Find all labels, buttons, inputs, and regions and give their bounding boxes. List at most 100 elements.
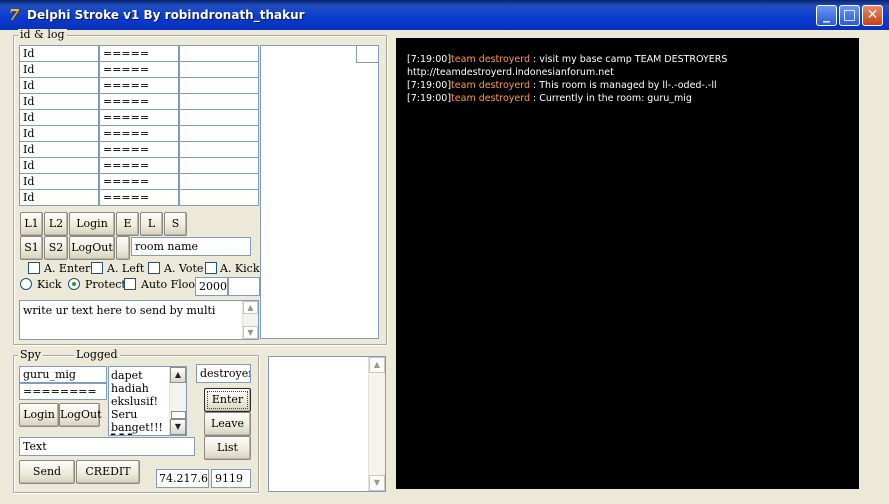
- leave-room-button[interactable]: Leave: [204, 412, 251, 436]
- protect-radio[interactable]: [68, 278, 80, 290]
- maximize-button[interactable]: □: [839, 5, 860, 26]
- s1-button[interactable]: S1: [20, 236, 43, 260]
- id-input[interactable]: Id: [19, 141, 99, 158]
- chat-message: [7:19:00]team destroyerd : Currently in …: [407, 92, 692, 105]
- spy-logout-button[interactable]: LogOut: [59, 403, 102, 427]
- flood-interval-input[interactable]: 2000: [195, 277, 228, 296]
- password-input[interactable]: =====: [99, 45, 179, 62]
- multi-text-scrollbar[interactable]: ▲ ▼: [242, 301, 258, 339]
- spy-log-memo[interactable]: dapet hadiah ekslusif! Seru banget!!!▌▌▌…: [108, 366, 187, 436]
- e-button[interactable]: E: [116, 212, 139, 236]
- auto-vote-checkbox[interactable]: [148, 262, 160, 274]
- spy-log-scrollbar[interactable]: ▲ ▼: [169, 367, 186, 435]
- password-input[interactable]: =====: [99, 141, 179, 158]
- log-status-input[interactable]: [179, 77, 259, 94]
- s2-button[interactable]: S2: [44, 236, 68, 260]
- spy-login-button[interactable]: Login: [19, 403, 59, 427]
- id-input[interactable]: Id: [19, 189, 99, 206]
- close-button[interactable]: ✕: [862, 5, 883, 26]
- multi-logout-button[interactable]: LogOut: [69, 236, 115, 260]
- auto-kick-checkbox[interactable]: [205, 262, 217, 274]
- scroll-thumb[interactable]: [171, 411, 186, 419]
- list-room-button[interactable]: List: [204, 436, 251, 460]
- scroll-up-icon[interactable]: ▲: [243, 301, 258, 314]
- password-input[interactable]: =====: [99, 189, 179, 206]
- multi-login-button[interactable]: Login: [69, 212, 115, 236]
- chat-message: [7:19:00]team destroyerd : visit my base…: [407, 53, 727, 66]
- kick-radio-label: Kick: [37, 278, 62, 291]
- log-status-input[interactable]: [179, 125, 259, 142]
- id-input[interactable]: Id: [19, 77, 99, 94]
- log-status-input[interactable]: [179, 189, 259, 206]
- spy-password-input[interactable]: ========: [19, 383, 107, 400]
- log-status-input[interactable]: [179, 93, 259, 110]
- blank-button[interactable]: [116, 236, 130, 260]
- multi-text-memo[interactable]: write ur text here to send by multi ▲ ▼: [19, 300, 259, 340]
- s-button[interactable]: S: [164, 212, 187, 236]
- flood-extra-input[interactable]: [228, 277, 260, 296]
- password-input[interactable]: =====: [99, 173, 179, 190]
- scroll-up-icon[interactable]: ▲: [170, 367, 186, 383]
- id-input[interactable]: Id: [19, 45, 99, 62]
- id-input[interactable]: Id: [19, 173, 99, 190]
- scroll-up-icon[interactable]: ▲: [369, 357, 385, 373]
- chat-log[interactable]: [7:19:00]team destroyerd : visit my base…: [396, 38, 859, 489]
- id-input[interactable]: Id: [19, 157, 99, 174]
- send-button[interactable]: Send: [19, 460, 75, 484]
- auto-left-label: A. Left: [107, 262, 145, 275]
- log-status-input[interactable]: [179, 157, 259, 174]
- password-input[interactable]: =====: [99, 93, 179, 110]
- id-input[interactable]: Id: [19, 61, 99, 78]
- status-box[interactable]: [356, 45, 379, 63]
- log-status-input[interactable]: [179, 173, 259, 190]
- log-status-input[interactable]: [179, 141, 259, 158]
- spy-username-input[interactable]: guru_mig: [19, 366, 107, 383]
- scroll-down-icon[interactable]: ▼: [369, 475, 385, 491]
- chat-text: http://teamdestroyerd.indonesianforum.ne…: [407, 67, 614, 78]
- chat-timestamp: [7:19:00]: [407, 93, 452, 104]
- user-list-scrollbar[interactable]: ▲ ▼: [368, 357, 385, 491]
- id-input[interactable]: Id: [19, 93, 99, 110]
- log-status-input[interactable]: [179, 109, 259, 126]
- chat-message: http://teamdestroyerd.indonesianforum.ne…: [407, 66, 614, 79]
- auto-enter-checkbox[interactable]: [28, 262, 40, 274]
- auto-enter-label: A. Enter: [44, 262, 91, 275]
- room-name-field[interactable]: destroyerd: [196, 364, 251, 383]
- l2-button[interactable]: L2: [44, 212, 68, 236]
- logged-label: Logged: [74, 348, 120, 361]
- room-user-list[interactable]: ▲ ▼: [268, 356, 386, 492]
- chat-text: : Currently in the room: guru_mig: [530, 93, 692, 104]
- password-input[interactable]: =====: [99, 77, 179, 94]
- chat-text: : This room is managed by ll-.-oded-.-ll: [530, 80, 717, 91]
- app-icon: 7: [8, 6, 20, 24]
- scroll-down-icon[interactable]: ▼: [170, 419, 186, 435]
- title-bar[interactable]: 7 Delphi Stroke v1 By robindronath_thaku…: [0, 0, 889, 30]
- auto-kick-label: A. Kick: [220, 262, 260, 275]
- l-button[interactable]: L: [140, 212, 163, 236]
- id-input[interactable]: Id: [19, 125, 99, 142]
- window-title: Delphi Stroke v1 By robindronath_thakur: [27, 8, 305, 22]
- l1-button[interactable]: L1: [20, 212, 43, 236]
- log-status-input[interactable]: [179, 45, 259, 62]
- room-name-input[interactable]: room name: [131, 237, 251, 256]
- password-input[interactable]: =====: [99, 125, 179, 142]
- server-port-input[interactable]: 9119: [211, 469, 251, 488]
- auto-flood-checkbox[interactable]: [124, 278, 136, 290]
- minimize-button[interactable]: _: [816, 5, 837, 26]
- server-ip-input[interactable]: 74.217.68.3: [156, 469, 209, 488]
- id-input[interactable]: Id: [19, 109, 99, 126]
- password-input[interactable]: =====: [99, 157, 179, 174]
- kick-radio[interactable]: [20, 278, 32, 290]
- spy-text-input[interactable]: Text: [19, 437, 195, 456]
- auto-left-checkbox[interactable]: [91, 262, 103, 274]
- password-input[interactable]: =====: [99, 61, 179, 78]
- account-status-list[interactable]: [260, 45, 379, 339]
- password-input[interactable]: =====: [99, 109, 179, 126]
- spy-legend: Spy: [18, 348, 43, 361]
- scroll-down-icon[interactable]: ▼: [243, 326, 258, 339]
- log-status-input[interactable]: [179, 61, 259, 78]
- chat-username: team destroyerd: [451, 54, 531, 65]
- credit-button[interactable]: CREDIT: [76, 460, 140, 484]
- enter-room-button[interactable]: Enter: [204, 388, 251, 412]
- chat-username: team destroyerd: [451, 80, 531, 91]
